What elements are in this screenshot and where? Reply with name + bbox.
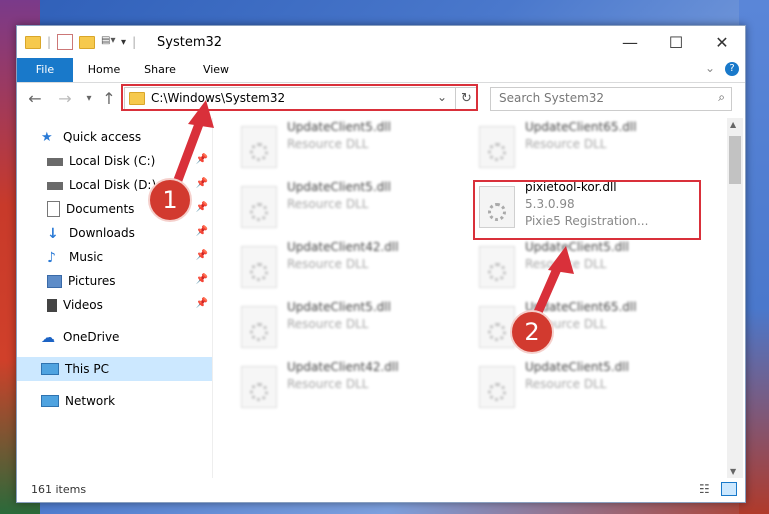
arrow-one-head <box>188 100 214 128</box>
step-badge-one: 1 <box>148 178 192 222</box>
annotation-arrows <box>167 100 574 331</box>
step-badge-two: 2 <box>510 310 554 354</box>
arrow-two-head <box>548 246 574 274</box>
